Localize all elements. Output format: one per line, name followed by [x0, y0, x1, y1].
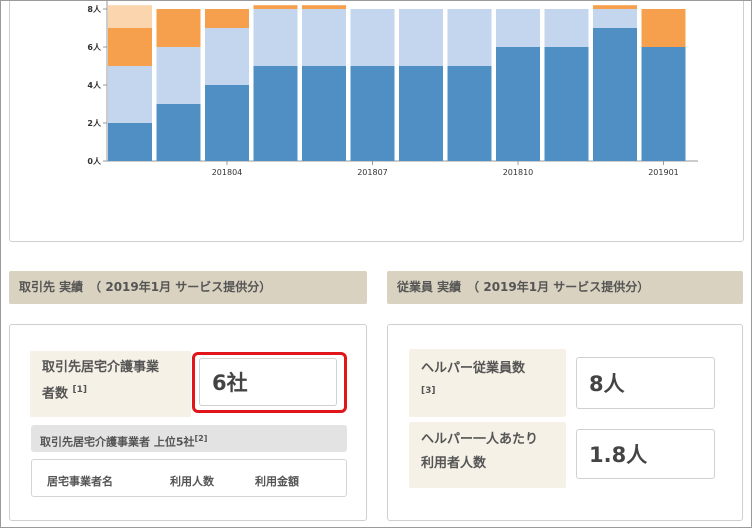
bar-segment[interactable]	[156, 9, 201, 47]
employees-panel: ヘルパー従業員数 [3] 8人 ヘルパー一人あたり 利用者人数 1.8人	[387, 324, 743, 521]
bar-segment[interactable]	[302, 66, 346, 161]
y-tick-label: 0人	[87, 156, 102, 166]
col-header-user-count[interactable]: 利用人数	[170, 473, 214, 489]
users-per-helper-label-line1: ヘルパー一人あたり	[421, 432, 539, 447]
top5-heading-text: 取引先居宅介護事業者 上位5社	[40, 435, 195, 449]
y-tick-label: 4人	[87, 80, 102, 90]
users-per-helper-value: 1.8人	[576, 429, 715, 479]
footnote-ref-2[interactable]: [2]	[194, 434, 207, 443]
bar-segment[interactable]	[302, 5, 346, 9]
helper-count-value: 8人	[576, 357, 715, 409]
y-tick-label: 2人	[87, 118, 102, 128]
bar-segment[interactable]	[108, 66, 152, 123]
bar-segment[interactable]	[447, 66, 492, 161]
x-tick-label: 201804	[212, 168, 243, 177]
bar-segment[interactable]	[593, 5, 637, 9]
bar-segment[interactable]	[253, 66, 298, 161]
bar-segment[interactable]	[496, 9, 540, 47]
bar-segment[interactable]	[253, 9, 298, 66]
bar-segment[interactable]	[205, 9, 249, 28]
bar-segment[interactable]	[205, 28, 249, 85]
client-count-label-line1: 取引先居宅介護事業	[42, 360, 160, 375]
y-tick-label: 8人	[87, 4, 102, 14]
users-per-helper-label: ヘルパー一人あたり 利用者人数	[409, 422, 566, 488]
helper-count-label-text: ヘルパー従業員数	[421, 361, 526, 376]
bar-segment[interactable]	[108, 123, 152, 161]
bar-segment[interactable]	[399, 9, 443, 66]
top5-heading: 取引先居宅介護事業者 上位5社[2]	[31, 425, 347, 452]
clients-panel: 取引先居宅介護事業 者数 [1] 6社 取引先居宅介護事業者 上位5社[2] 居…	[9, 324, 367, 521]
bar-segment[interactable]	[253, 5, 298, 9]
client-count-label-line2: 者数	[42, 386, 69, 402]
bar-segment[interactable]	[205, 85, 249, 161]
bar-segment[interactable]	[302, 9, 346, 66]
bar-segment[interactable]	[350, 9, 395, 66]
top5-table: 居宅事業者名 利用人数 利用金額	[31, 459, 347, 497]
y-tick-label: 6人	[87, 42, 102, 52]
client-count-label: 取引先居宅介護事業 者数 [1]	[30, 351, 191, 417]
bar-segment[interactable]	[108, 28, 152, 66]
page-frame: 0人 2人 4人 6人 8人 201804 201807 201810 201901 取引先 実…	[0, 0, 752, 528]
x-tick-label: 201901	[648, 168, 679, 177]
bar-segment[interactable]	[399, 66, 443, 161]
x-tick-label: 201807	[357, 168, 388, 177]
footnote-ref-3[interactable]: [3]	[421, 386, 436, 396]
chart-card: 0人 2人 4人 6人 8人 201804 201807 201810 201901	[9, 1, 744, 242]
x-tick-label: 201810	[503, 168, 534, 177]
bar-segment[interactable]	[593, 28, 637, 161]
bar-segment[interactable]	[641, 47, 686, 161]
col-header-provider-name[interactable]: 居宅事業者名	[47, 473, 113, 489]
bar-segment[interactable]	[496, 47, 540, 161]
bar-segment[interactable]	[544, 9, 589, 47]
bar-segment[interactable]	[156, 104, 201, 161]
section-header-employees: 従業員 実績 （ 2019年1月 サービス提供分）	[387, 271, 743, 304]
bar-segment[interactable]	[108, 5, 152, 28]
bar-segment[interactable]	[593, 9, 637, 28]
bar-segment[interactable]	[641, 9, 686, 47]
bar-segment[interactable]	[156, 47, 201, 104]
bar-segment[interactable]	[447, 9, 492, 66]
col-header-amount[interactable]: 利用金額	[255, 473, 299, 489]
section-header-clients: 取引先 実績 （ 2019年1月 サービス提供分）	[9, 271, 367, 304]
bar-segment[interactable]	[350, 66, 395, 161]
users-per-helper-label-line2: 利用者人数	[421, 456, 487, 471]
helper-count-label: ヘルパー従業員数 [3]	[409, 349, 566, 417]
footnote-ref-1[interactable]: [1]	[73, 385, 88, 395]
stacked-bar-chart: 0人 2人 4人 6人 8人 201804 201807 201810 201901	[87, 1, 698, 177]
bar-segment[interactable]	[544, 47, 589, 161]
highlight-box	[192, 352, 347, 413]
